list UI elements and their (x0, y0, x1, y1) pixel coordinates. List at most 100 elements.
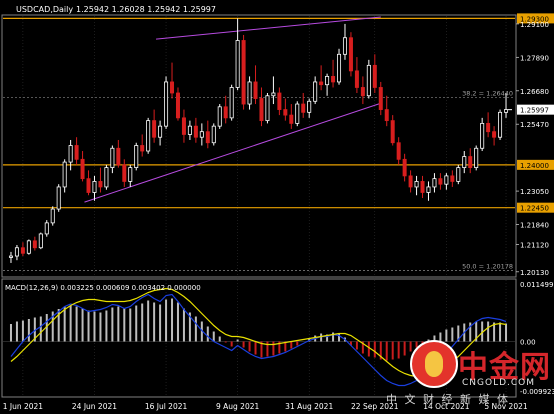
candle (342, 23, 347, 60)
candle-body (50, 208, 55, 224)
candle (247, 76, 252, 110)
candle-body (134, 145, 139, 169)
candle (307, 98, 312, 118)
candle (289, 104, 294, 129)
candle-body (408, 175, 413, 188)
candle-body (372, 64, 377, 88)
candle (152, 109, 157, 143)
candle (438, 173, 443, 190)
candle-body (193, 125, 198, 138)
ohlc-readout: 1.25942 1.26028 1.25942 1.25997 (76, 5, 216, 14)
candle (56, 184, 61, 212)
candle (181, 109, 186, 143)
candle (140, 134, 145, 157)
horizontal-levels: 38.2 = 1.26440 50.0 = 1.20178 (3, 17, 515, 271)
candle (331, 59, 336, 88)
price-tick-label: 1.29100 (520, 21, 549, 29)
channel-line (156, 16, 381, 40)
candle-body (390, 120, 395, 144)
candle (175, 87, 180, 121)
candle (128, 164, 133, 187)
price-tick-label: 1.21840 (520, 222, 549, 230)
candle (372, 54, 377, 93)
candle-body (211, 125, 216, 144)
candle (98, 167, 103, 193)
candle (8, 251, 13, 263)
candle-body (402, 158, 407, 177)
candle (146, 117, 151, 154)
candle-body (164, 81, 169, 127)
candle-body (498, 111, 503, 138)
candle-body (32, 240, 37, 249)
candle (235, 18, 240, 91)
candle-body (92, 181, 97, 193)
candle-body (175, 92, 180, 119)
candle-body (187, 125, 192, 135)
price-tick-label: 1.24000 (520, 162, 549, 170)
candle-body (325, 76, 330, 86)
candle (110, 145, 115, 174)
candle (14, 244, 19, 261)
x-tick-label: 16 Jul 2021 (145, 402, 188, 411)
candle-body (152, 120, 157, 138)
candle-body (170, 81, 175, 94)
x-tick-label: 9 Aug 2021 (216, 402, 259, 411)
macd-tick-label: 0.011499 (520, 281, 553, 289)
candle-body (480, 122, 485, 149)
candle (432, 173, 437, 193)
candle-body (504, 109, 509, 113)
candle (396, 137, 401, 165)
candle-body (146, 120, 151, 152)
price-tick-label: 1.25470 (520, 121, 549, 129)
candle (50, 206, 55, 226)
candle-body (468, 156, 473, 169)
candle-body (342, 37, 347, 55)
candle-body (337, 53, 342, 83)
candle-body (68, 145, 73, 163)
candle (170, 62, 175, 99)
price-tick-label: 1.20130 (520, 269, 549, 277)
candle (193, 117, 198, 143)
candle-body (414, 181, 419, 188)
candle (20, 242, 25, 257)
candle-body (229, 87, 234, 119)
fib-label: 50.0 = 1.20178 (462, 262, 513, 270)
candle (319, 65, 324, 91)
price-tick-label: 1.25997 (520, 107, 549, 115)
candle-body (462, 156, 467, 169)
candle (480, 117, 485, 152)
candle-body (223, 106, 228, 119)
candle-body (366, 64, 371, 97)
candle (223, 95, 228, 124)
candle-body (348, 37, 353, 72)
candle-body (492, 131, 497, 138)
watermark-tagline: 中 文 财 经 新 媒 体 (386, 393, 510, 406)
candle-body (217, 106, 222, 127)
price-tick-label: 1.26680 (520, 88, 549, 96)
candle-body (122, 164, 127, 182)
macd-label: MACD(12,26,9) 0.003225 0.000609 0.003402… (5, 284, 201, 292)
candle-body (8, 255, 13, 258)
watermark: 中金网 CNGOLD.COM 中 文 财 经 新 媒 体 (386, 338, 554, 414)
candle (348, 32, 353, 77)
candle-body (140, 145, 145, 152)
candle-body (474, 147, 479, 169)
candle (420, 175, 425, 199)
candle (187, 120, 192, 140)
candle-body (20, 247, 25, 254)
candle (68, 139, 73, 171)
candle-body (181, 117, 186, 135)
candle (366, 59, 371, 99)
candle (104, 164, 109, 190)
candle-body (241, 40, 246, 105)
candle (211, 123, 216, 146)
candle (468, 148, 473, 174)
price-tick-label: 1.23050 (520, 188, 549, 196)
candle (134, 142, 139, 171)
candle (354, 57, 359, 93)
candle (26, 239, 31, 255)
candle (498, 109, 503, 140)
candle-body (247, 81, 252, 105)
candle-body (331, 76, 336, 83)
candle-body (205, 131, 210, 144)
